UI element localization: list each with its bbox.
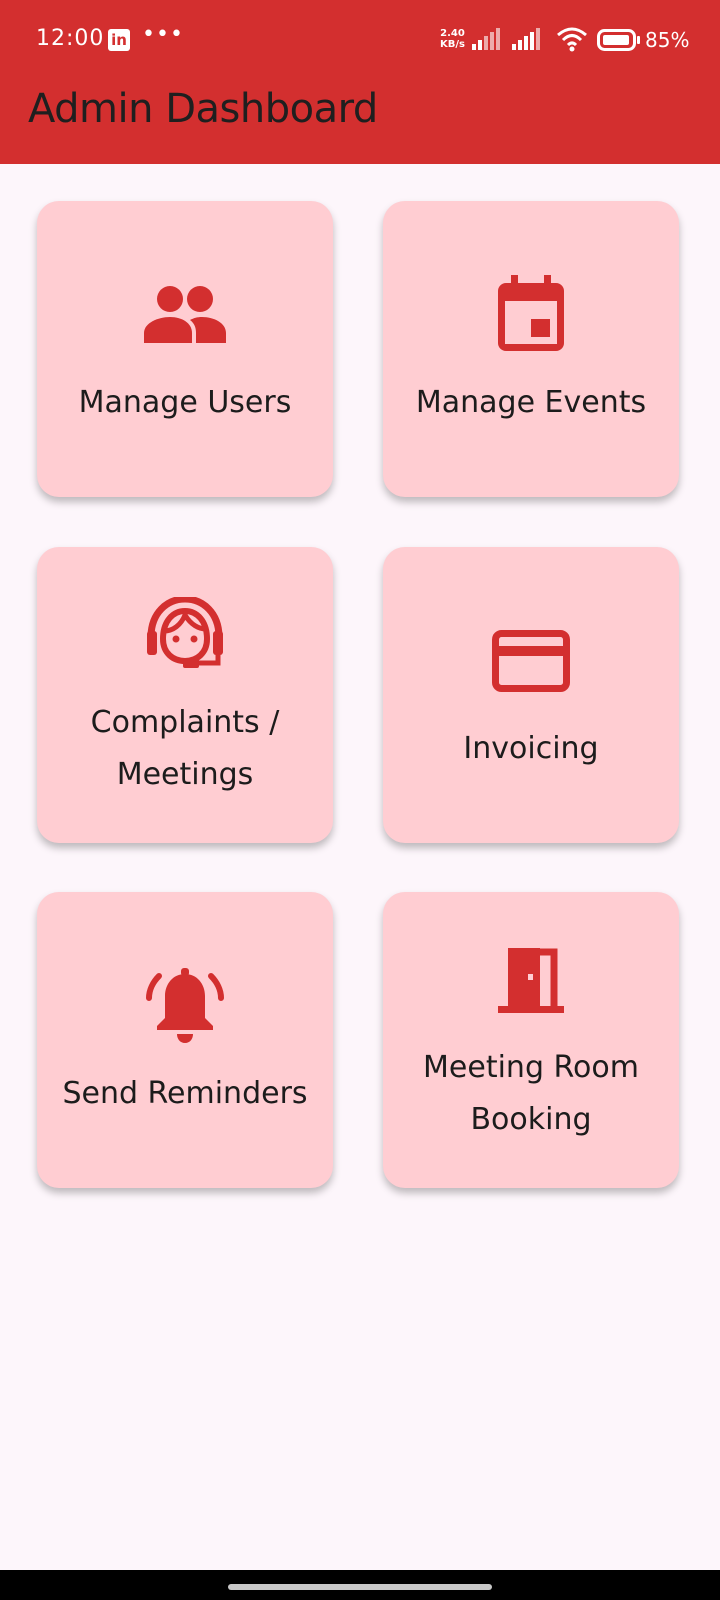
network-speed: 2.40 KB/s (440, 28, 465, 50)
signal-strength-1-icon (472, 28, 500, 50)
home-gesture-handle[interactable] (228, 1584, 492, 1590)
more-notifications-icon: ••• (142, 22, 184, 47)
support-agent-icon (139, 589, 231, 681)
status-bar: 12:00 in ••• 2.40 KB/s 85% (0, 0, 720, 82)
meeting-room-booking-card[interactable]: Meeting Room Booking (383, 892, 679, 1188)
send-reminders-card[interactable]: Send Reminders (37, 892, 333, 1188)
battery-percent: 85% (645, 28, 690, 52)
network-speed-value: 2.40 (440, 28, 465, 39)
manage-events-card[interactable]: Manage Events (383, 201, 679, 497)
card-label: Complaints / Meetings (90, 705, 280, 792)
card-label: Manage Events (415, 385, 647, 420)
complaints-meetings-card[interactable]: Complaints / Meetings (37, 547, 333, 843)
manage-users-card[interactable]: Manage Users (37, 201, 333, 497)
meeting-room-door-icon (485, 934, 577, 1026)
calendar-icon (485, 269, 577, 361)
card-label: Meeting Room Booking (423, 1050, 639, 1137)
network-speed-unit: KB/s (440, 39, 465, 50)
card-label: Manage Users (78, 385, 292, 420)
invoicing-card[interactable]: Invoicing (383, 547, 679, 843)
system-navigation-bar (0, 1570, 720, 1600)
app-bar: 12:00 in ••• 2.40 KB/s 85% Admin Dashboa… (0, 0, 720, 164)
page-title: Admin Dashboard (28, 86, 378, 132)
status-time: 12:00 (36, 26, 105, 51)
bell-ringing-icon (139, 960, 231, 1052)
wifi-icon (557, 27, 587, 52)
card-label: Invoicing (463, 731, 599, 766)
battery-icon (597, 29, 640, 51)
card-label: Send Reminders (62, 1076, 308, 1111)
signal-strength-2-icon (512, 28, 540, 50)
credit-card-icon (485, 615, 577, 707)
linkedin-notification-icon: in (108, 29, 130, 51)
group-icon (139, 269, 231, 361)
